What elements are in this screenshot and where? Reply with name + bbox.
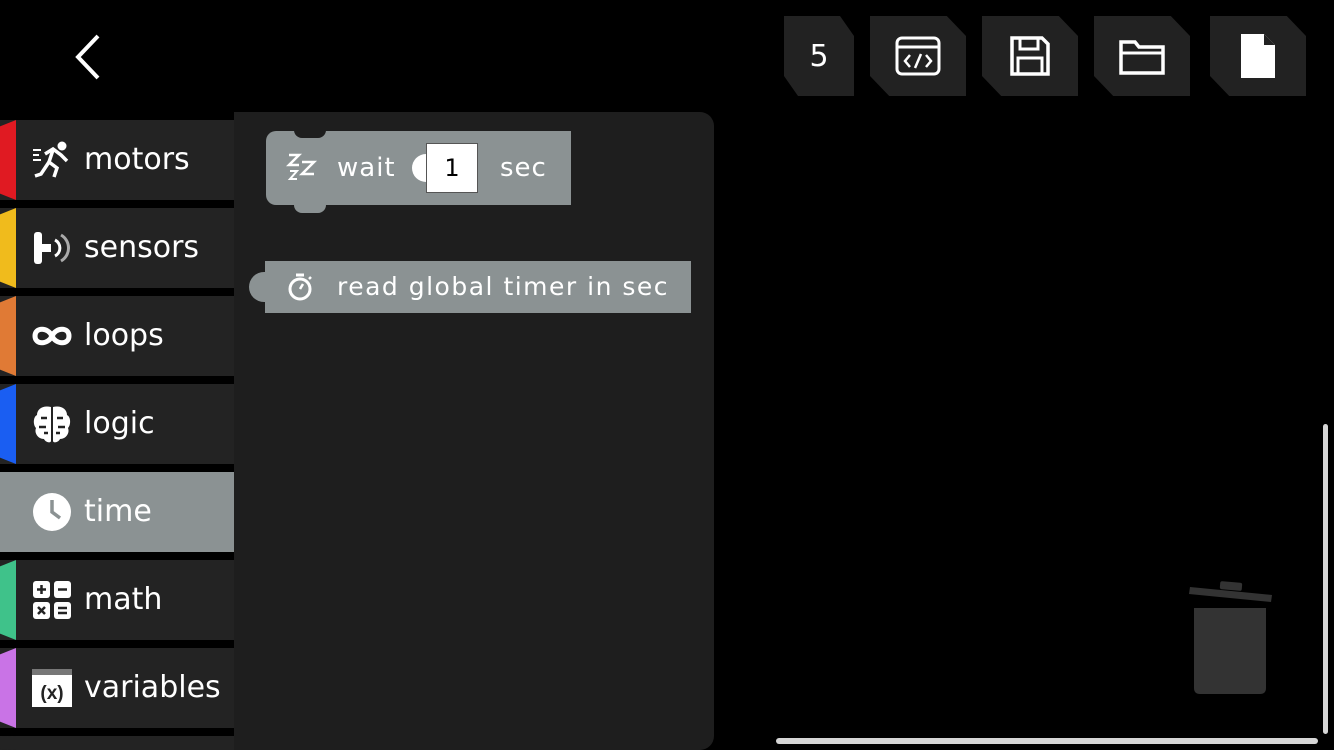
code-view-button[interactable] [870,16,966,96]
category-label: variables [84,670,221,705]
clock-icon [30,492,74,532]
running-person-icon [30,140,74,180]
save-button[interactable] [982,16,1078,96]
category-label: loops [84,318,164,353]
block-count-button[interactable]: 5 [784,16,854,96]
file-icon [1241,34,1275,78]
category-color-stripe [0,208,16,288]
category-sensors[interactable]: sensors [0,208,234,288]
brain-icon [30,404,74,444]
category-color-stripe [0,736,16,750]
workspace-vertical-scrollbar[interactable] [1323,424,1328,734]
category-partial[interactable] [0,736,234,750]
workspace-horizontal-scrollbar[interactable] [776,738,1318,744]
read-timer-block[interactable]: read global timer in sec [265,261,691,313]
read-timer-label: read global timer in sec [337,272,670,301]
trash-icon [1189,581,1272,694]
category-variables[interactable]: (x) variables [0,648,234,728]
category-motors[interactable]: motors [0,120,234,200]
sleep-icon [286,153,318,180]
svg-text:(x): (x) [40,683,63,704]
category-label: sensors [84,230,200,265]
category-label: logic [84,406,155,441]
stopwatch-icon [288,273,312,301]
wait-block[interactable]: wait 1 sec [266,130,571,213]
folder-icon [1119,40,1165,75]
calculator-icon [30,580,74,620]
chevron-left-icon [75,34,100,80]
infinity-icon [30,316,74,356]
category-color-stripe [0,560,16,640]
category-label: time [84,494,152,529]
category-color-stripe [0,648,16,728]
open-button[interactable] [1094,16,1190,96]
sensor-icon [30,228,74,268]
new-file-button[interactable] [1210,16,1306,96]
category-color-stripe [0,384,16,464]
category-label: math [84,582,163,617]
category-math[interactable]: math [0,560,234,640]
category-label: motors [84,142,190,177]
trash-can[interactable] [1186,580,1276,696]
variable-icon: (x) [30,668,74,708]
back-button[interactable] [62,26,118,88]
floppy-disk-icon [1010,36,1050,76]
block-count: 5 [809,38,829,74]
category-loops[interactable]: loops [0,296,234,376]
wait-unit-label: sec [500,153,547,183]
category-logic[interactable]: logic [0,384,234,464]
wait-seconds-input[interactable]: 1 [426,143,478,193]
category-color-stripe [0,296,16,376]
category-time[interactable]: time [0,472,234,552]
category-color-stripe [0,120,16,200]
wait-label: wait [337,153,396,183]
category-color-stripe [0,472,16,552]
code-icon [895,36,941,76]
